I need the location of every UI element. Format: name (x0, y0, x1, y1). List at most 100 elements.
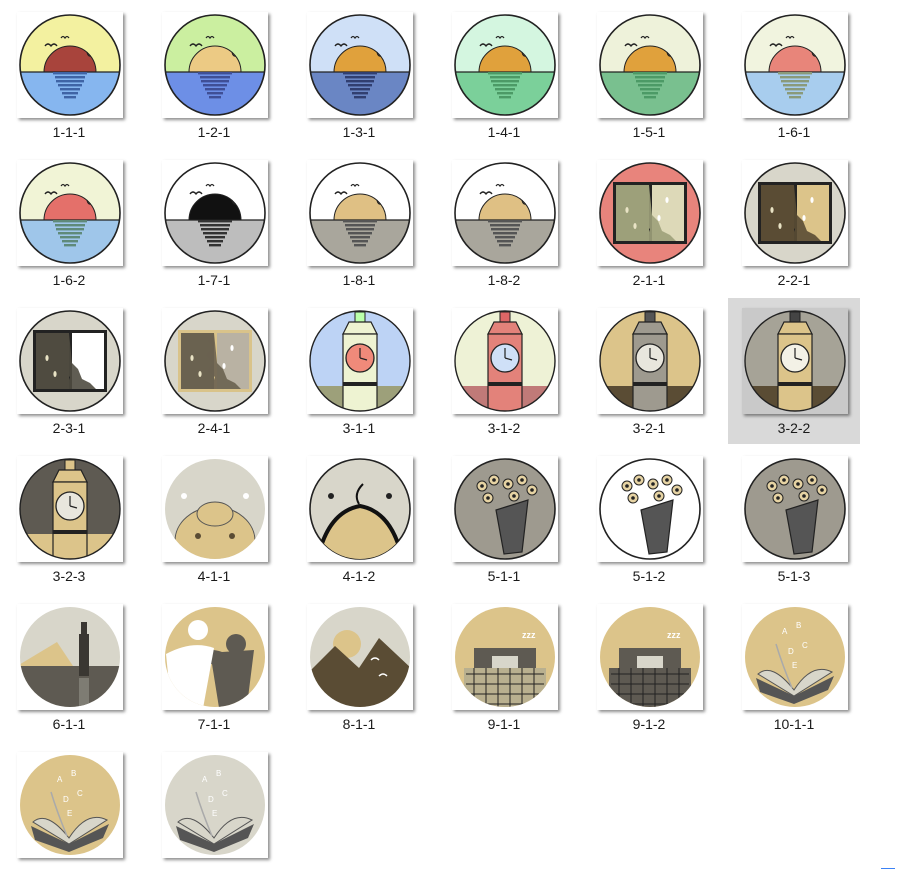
thumbnail-image: AB CDE (162, 752, 268, 858)
file-tile-4-1-2[interactable]: 4-1-2 (293, 446, 425, 592)
file-name-label: 1-4-1 (487, 124, 521, 140)
svg-text:D: D (63, 795, 69, 804)
file-tile-1-5-1[interactable]: 1-5-1 (583, 2, 715, 148)
svg-text:zzz: zzz (522, 630, 536, 640)
file-tile-10-1-1[interactable]: A B C D E 10-1-1 (728, 594, 860, 740)
thumbnail-image (162, 604, 268, 710)
file-tile-2-1-1[interactable]: 2-1-1 (583, 150, 715, 296)
svg-text:C: C (802, 641, 808, 650)
svg-text:B: B (216, 769, 221, 778)
thumbnail-image: AB CDE (742, 604, 848, 710)
svg-text:A: A (202, 775, 208, 784)
file-name-label: 3-2-1 (632, 420, 666, 436)
file-tile-5-1-2[interactable]: 5-1-2 (583, 446, 715, 592)
thumbnail-image (17, 308, 123, 414)
file-name-label: 1-5-1 (632, 124, 666, 140)
file-name-label: 1-7-1 (197, 272, 231, 288)
file-tile-10-1-2[interactable]: AB CDE (3, 742, 135, 888)
svg-text:E: E (212, 809, 217, 818)
file-name-label: 7-1-1 (197, 716, 231, 732)
file-tile-1-3-1[interactable]: 1-3-1 (293, 2, 425, 148)
file-name-label: 9-1-1 (487, 716, 521, 732)
file-tile-1-6-2[interactable]: 1-6-2 (3, 150, 135, 296)
thumbnail-image (17, 456, 123, 562)
file-name-label: 1-8-2 (487, 272, 521, 288)
svg-text:C: C (77, 789, 83, 798)
file-tile-1-4-1[interactable]: 1-4-1 (438, 2, 570, 148)
thumbnail-grid: 1-1-1 1-2-1 1-3-1 1-4-1 1-5-1 1-6-1 1-6-… (0, 0, 897, 875)
file-tile-1-8-2[interactable]: 1-8-2 (438, 150, 570, 296)
file-name-label: 5-1-1 (487, 568, 521, 584)
thumbnail-image (742, 160, 848, 266)
thumbnail-image (452, 12, 558, 118)
file-tile-6-1-1[interactable]: 6-1-1 (3, 594, 135, 740)
file-tile-3-2-1[interactable]: 3-2-1 (583, 298, 715, 444)
file-tile-3-2-3[interactable]: 3-2-3 (3, 446, 135, 592)
thumbnail-image (742, 308, 848, 414)
thumbnail-image (597, 160, 703, 266)
file-name-label: 4-1-2 (342, 568, 376, 584)
scroll-indicator[interactable] (881, 868, 895, 869)
file-tile-9-1-1[interactable]: zzz 9-1-1 (438, 594, 570, 740)
file-name-label: 2-3-1 (52, 420, 86, 436)
svg-text:A: A (782, 627, 788, 636)
file-name-label: 1-3-1 (342, 124, 376, 140)
thumbnail-image (452, 456, 558, 562)
file-name-label: 3-1-2 (487, 420, 521, 436)
svg-text:E: E (792, 661, 797, 670)
thumbnail-image: AB CDE (17, 752, 123, 858)
file-tile-5-1-1[interactable]: 5-1-1 (438, 446, 570, 592)
file-name-label: 1-1-1 (52, 124, 86, 140)
file-tile-5-1-3[interactable]: 5-1-3 (728, 446, 860, 592)
thumbnail-image (597, 456, 703, 562)
svg-text:B: B (71, 769, 76, 778)
thumbnail-image (307, 308, 413, 414)
thumbnail-image (452, 308, 558, 414)
thumbnail-image (162, 308, 268, 414)
thumbnail-image (17, 160, 123, 266)
file-name-label: 3-1-1 (342, 420, 376, 436)
file-tile-8-1-1[interactable]: 8-1-1 (293, 594, 425, 740)
file-tile-3-1-2[interactable]: 3-1-2 (438, 298, 570, 444)
file-tile-3-2-2[interactable]: 3-2-2 (728, 298, 860, 444)
svg-text:E: E (67, 809, 72, 818)
file-name-label: 1-2-1 (197, 124, 231, 140)
file-tile-7-1-1[interactable]: 7-1-1 (148, 594, 280, 740)
svg-text:A: A (57, 775, 63, 784)
file-name-label: 8-1-1 (342, 716, 376, 732)
thumbnail-image (307, 604, 413, 710)
thumbnail-image (162, 160, 268, 266)
file-tile-1-7-1[interactable]: 1-7-1 (148, 150, 280, 296)
svg-text:D: D (208, 795, 214, 804)
file-tile-1-6-1[interactable]: 1-6-1 (728, 2, 860, 148)
file-name-label: 3-2-2 (777, 420, 811, 436)
file-name-label: 2-1-1 (632, 272, 666, 288)
thumbnail-image (162, 456, 268, 562)
thumbnail-image (452, 160, 558, 266)
file-tile-1-8-1[interactable]: 1-8-1 (293, 150, 425, 296)
file-tile-1-2-1[interactable]: 1-2-1 (148, 2, 280, 148)
thumbnail-image (17, 604, 123, 710)
file-tile-2-4-1[interactable]: 2-4-1 (148, 298, 280, 444)
file-name-label: 5-1-2 (632, 568, 666, 584)
file-name-label: 1-8-1 (342, 272, 376, 288)
file-name-label: 2-4-1 (197, 420, 231, 436)
file-name-label: 9-1-2 (632, 716, 666, 732)
svg-text:D: D (788, 647, 794, 656)
thumbnail-image (597, 12, 703, 118)
file-tile-1-1-1[interactable]: 1-1-1 (3, 2, 135, 148)
thumbnail-image (307, 160, 413, 266)
file-tile-2-3-1[interactable]: 2-3-1 (3, 298, 135, 444)
file-tile-3-1-1[interactable]: 3-1-1 (293, 298, 425, 444)
thumbnail-image: zzz (452, 604, 558, 710)
file-name-label: 1-6-2 (52, 272, 86, 288)
file-tile-4-1-1[interactable]: 4-1-1 (148, 446, 280, 592)
thumbnail-image: zzz (597, 604, 703, 710)
thumbnail-image (742, 456, 848, 562)
file-name-label: 1-6-1 (777, 124, 811, 140)
file-tile-10-2-1[interactable]: AB CDE (148, 742, 280, 888)
file-tile-9-1-2[interactable]: zzz 9-1-2 (583, 594, 715, 740)
thumbnail-image (162, 12, 268, 118)
file-tile-2-2-1[interactable]: 2-2-1 (728, 150, 860, 296)
file-name-label: 2-2-1 (777, 272, 811, 288)
